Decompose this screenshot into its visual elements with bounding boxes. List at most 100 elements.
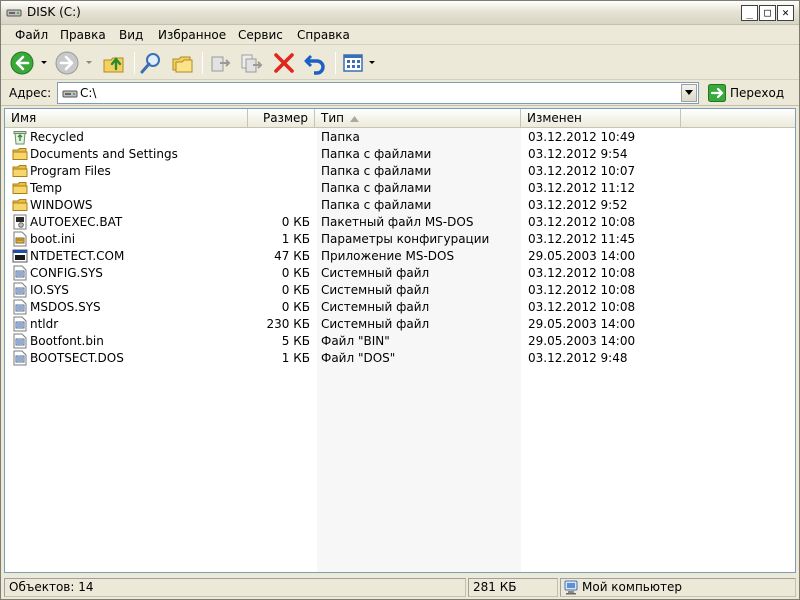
file-row[interactable]: CONFIG.SYS 0 КБ Системный файл 03.12.2012 1… [5,265,795,282]
menu-edit[interactable]: Правка [60,28,106,42]
file-type: Системный файл [321,300,430,314]
file-row[interactable]: IO.SYS 0 КБ Системный файл 03.12.2012 10:08 [5,282,795,299]
file-type: Папка с файлами [321,147,432,161]
file-size: 47 КБ [274,249,310,263]
file-modified: 29.05.2003 14:00 [528,334,636,348]
copy-to-button[interactable] [238,50,264,76]
back-icon [10,51,34,75]
file-row[interactable]: WINDOWS Папка с файлами 03.12.2012 9:52 [5,197,795,214]
system-file-icon [13,265,27,281]
file-modified: 03.12.2012 10:49 [528,130,636,144]
folder-icon [12,165,28,177]
file-modified: 03.12.2012 10:08 [528,300,636,314]
system-file-icon [13,282,27,298]
file-modified: 03.12.2012 10:08 [528,215,636,229]
file-name: Documents and Settings [30,147,178,161]
file-size: 0 КБ [281,266,310,280]
go-label: Переход [730,86,785,100]
file-type: Пакетный файл MS-DOS [321,215,474,229]
menu-help[interactable]: Справка [297,28,350,42]
maximize-button[interactable]: □ [759,5,776,21]
address-value: C:\ [80,86,97,100]
file-row[interactable]: Temp Папка с файлами 03.12.2012 11:12 [5,180,795,197]
file-list[interactable]: Имя Размер Тип Изменен Recycled Папка 03.1… [4,108,796,573]
menu-tools[interactable]: Сервис [238,28,283,42]
file-row[interactable]: boot.ini 1 КБ Параметры конфигурации 03.12.… [5,231,795,248]
address-bar: Адрес: C:\ Переход [1,80,799,106]
folders-button[interactable] [169,50,195,76]
column-header-type[interactable]: Тип [315,109,521,128]
system-file-icon [13,350,27,366]
folder-icon [12,148,28,160]
menu-file[interactable]: Файл [15,28,48,42]
forward-button[interactable] [54,50,80,76]
copy-to-icon [241,54,263,73]
forward-icon [55,51,79,75]
column-header-modified-label: Изменен [527,111,582,125]
file-size: 0 КБ [281,283,310,297]
menu-favorites[interactable]: Избранное [158,28,226,42]
file-row[interactable]: BOOTSECT.DOS 1 КБ Файл "DOS" 03.12.2012 9:4… [5,350,795,367]
file-row[interactable]: AUTOEXEC.BAT 0 КБ Пакетный файл MS-DOS 03.1… [5,214,795,231]
file-row[interactable]: ntldr 230 КБ Системный файл 29.05.2003 14:0… [5,316,795,333]
address-dropdown-button[interactable] [681,84,697,102]
move-to-button[interactable] [207,50,233,76]
file-size: 1 КБ [281,351,310,365]
minimize-button[interactable]: _ [741,5,758,21]
file-row[interactable]: MSDOS.SYS 0 КБ Системный файл 03.12.2012 10… [5,299,795,316]
back-button[interactable] [9,50,35,76]
menu-bar: Файл Правка Вид Избранное Сервис Справка [1,25,799,45]
window-title: DISK (C:) [27,5,81,19]
file-size: 5 КБ [281,334,310,348]
file-row[interactable]: Bootfont.bin 5 КБ Файл "BIN" 29.05.2003 14:… [5,333,795,350]
views-button[interactable] [340,50,366,76]
file-type: Системный файл [321,266,430,280]
file-name: MSDOS.SYS [30,300,101,314]
column-header-size-label: Размер [262,111,308,125]
folders-icon [172,56,193,73]
batch-file-icon [13,214,27,230]
file-row[interactable]: Documents and Settings Папка с файлами 03.… [5,146,795,163]
file-row[interactable]: Program Files Папка с файлами 03.12.2012 1… [5,163,795,180]
generic-file-icon [13,333,27,349]
column-header-name[interactable]: Имя [5,109,248,128]
file-type: Приложение MS-DOS [321,249,455,263]
sort-ascending-icon [349,115,359,122]
back-dropdown-icon[interactable] [40,60,48,66]
file-name: IO.SYS [30,283,69,297]
close-button[interactable]: ✕ [777,5,794,21]
up-button[interactable] [101,50,127,76]
title-bar[interactable]: DISK (C:) _ □ ✕ [1,1,799,25]
status-object-count: Объектов: 14 [4,578,466,597]
explorer-window: DISK (C:) _ □ ✕ Файл Правка Вид Избранно… [0,0,800,600]
file-modified: 03.12.2012 10:08 [528,283,636,297]
address-input[interactable]: C:\ [57,82,699,104]
chevron-down-icon [685,90,693,95]
delete-button[interactable] [271,50,297,76]
file-modified: 03.12.2012 10:07 [528,164,636,178]
search-icon [140,53,160,74]
file-modified: 29.05.2003 14:00 [528,249,636,263]
status-bar: Объектов: 14 281 КБ Мой компьютер [1,576,799,600]
menu-view[interactable]: Вид [119,28,143,42]
toolbar-separator [202,52,203,74]
column-header-modified[interactable]: Изменен [521,109,681,128]
file-row[interactable]: Recycled Папка 03.12.2012 10:49 [5,129,795,146]
file-name: Bootfont.bin [30,334,104,348]
undo-button[interactable] [302,50,328,76]
file-row[interactable]: NTDETECT.COM 47 КБ Приложение MS-DOS 29.05.… [5,248,795,265]
toolbar [1,46,799,80]
forward-dropdown-icon[interactable] [85,60,93,66]
go-button[interactable]: Переход [706,83,796,103]
status-total-size: 281 КБ [468,578,558,597]
search-button[interactable] [138,50,164,76]
column-header-name-label: Имя [11,111,37,125]
file-type: Папка с файлами [321,198,432,212]
file-name: Recycled [30,130,84,144]
views-icon [343,54,363,72]
column-header-size[interactable]: Размер [248,109,315,128]
file-type: Системный файл [321,283,430,297]
dos-app-icon [12,249,28,263]
config-file-icon [13,231,27,247]
views-dropdown-icon[interactable] [368,60,376,66]
